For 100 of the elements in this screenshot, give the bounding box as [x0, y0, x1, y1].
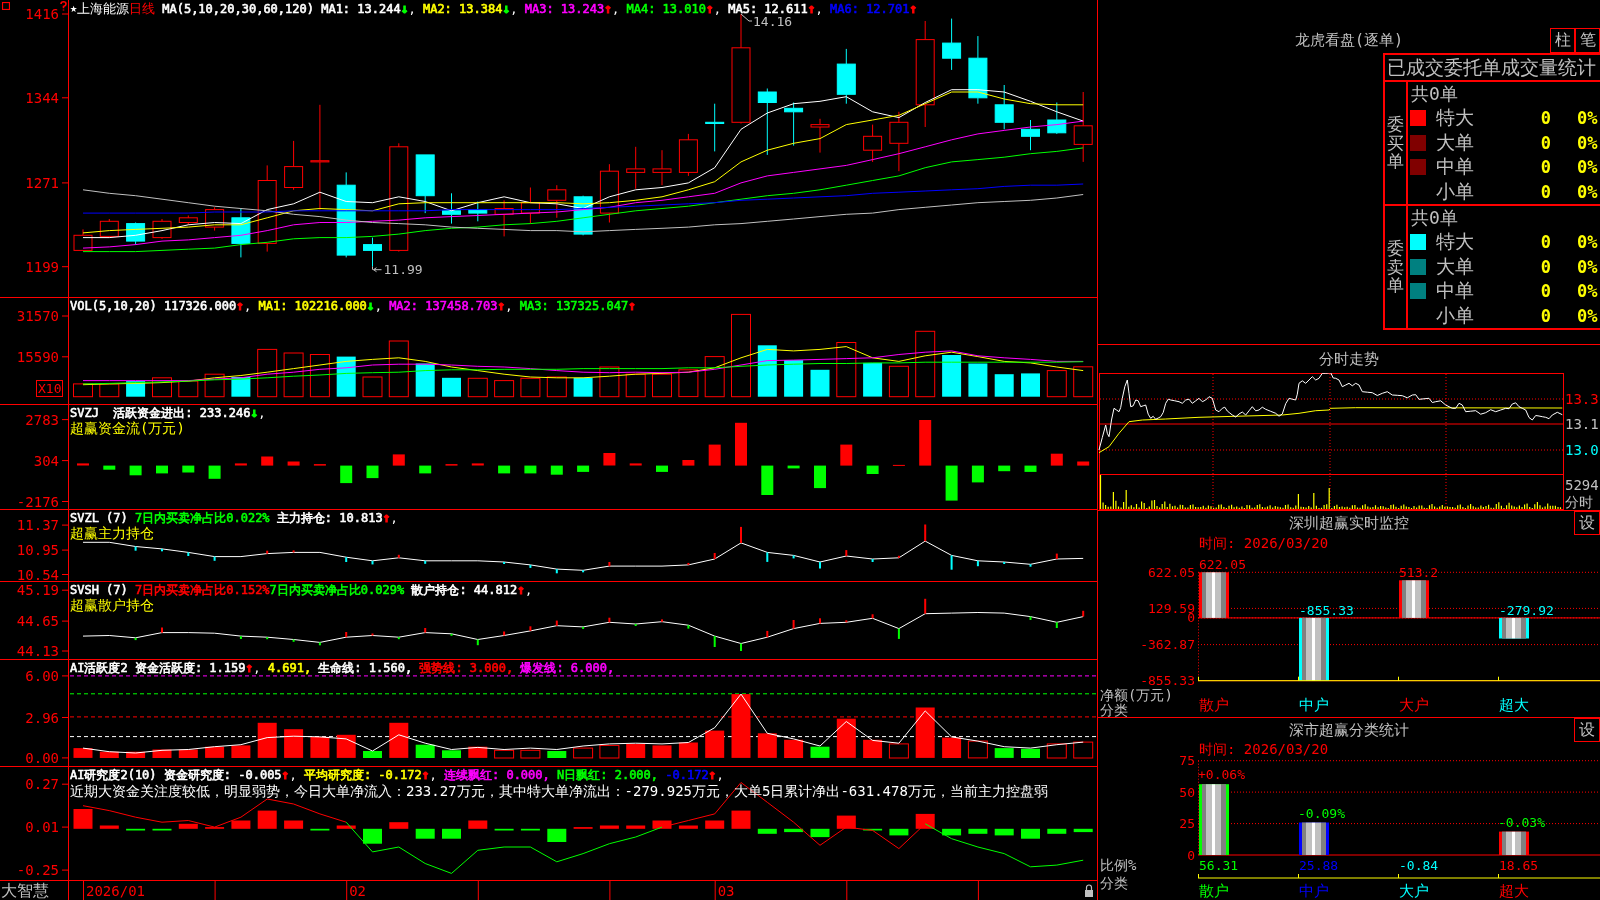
- axis-label: 31570: [16, 308, 59, 324]
- research-bar: [863, 828, 883, 831]
- indicator-name: 超赢主力持仓: [70, 525, 154, 541]
- research-bar: [363, 828, 382, 844]
- order-size-label: 中单: [1436, 278, 1475, 304]
- research-bar: [284, 820, 304, 829]
- change-mark: [345, 557, 348, 562]
- axis-label: 1344: [25, 89, 59, 106]
- axis-label: 15590: [16, 348, 59, 365]
- candlestick: [757, 88, 777, 156]
- fund-flow-bar: [340, 465, 353, 484]
- change-mark: [503, 631, 506, 636]
- change-mark: [134, 637, 137, 641]
- axis-label: 11.37: [16, 517, 59, 534]
- stock-name: 上海能源: [77, 1, 130, 16]
- annotation: 14.16: [753, 13, 793, 29]
- volume-scale-label: 5294: [1565, 477, 1599, 493]
- view-button[interactable]: 笔: [1575, 28, 1600, 53]
- change-mark: [318, 642, 321, 646]
- axis-title: 分类: [1100, 702, 1128, 718]
- price-annotation: 14.16: [740, 13, 793, 29]
- unit-label: 分时: [1565, 494, 1593, 510]
- research-bar: [889, 828, 909, 836]
- change-mark: [897, 555, 900, 558]
- axis-label: -362.87: [1140, 637, 1195, 653]
- axis-label: 6.00: [25, 667, 59, 684]
- settings-button[interactable]: 设: [1574, 511, 1600, 535]
- indicator-legend: SVSH (7) 7日内买卖净占比0.152%7日内买卖净占比0.029% 散户持仓: 44.812↑,: [70, 582, 533, 597]
- research-bar: [99, 825, 119, 829]
- research-bar: [810, 828, 830, 838]
- data-label: 25.88: [1299, 857, 1339, 873]
- fund-flow-bar: [1077, 461, 1090, 466]
- change-mark: [845, 550, 848, 557]
- research-bar: [494, 828, 514, 831]
- order-count: 0: [1539, 305, 1551, 326]
- change-mark: [740, 526, 742, 543]
- fund-flow-bar: [234, 463, 247, 466]
- research-bar: [705, 820, 725, 829]
- view-button[interactable]: 柱: [1550, 28, 1575, 53]
- research-bar: [968, 828, 988, 834]
- group-label: 委卖单: [1387, 238, 1404, 296]
- timestamp: 时间: 2026/03/20: [1199, 741, 1329, 759]
- candlestick: [442, 192, 461, 225]
- change-mark: [134, 546, 137, 551]
- candlestick: [1047, 102, 1067, 135]
- axis-label: 10.95: [16, 542, 59, 559]
- indicator-legend: SVZJ 活跃资金进出: 233.246↓,: [70, 405, 266, 420]
- change-mark: [266, 550, 269, 554]
- order-count: 0: [1539, 108, 1551, 129]
- candlestick: [889, 111, 909, 172]
- order-count: 0: [1539, 157, 1551, 178]
- change-mark: [161, 548, 163, 552]
- settings-button[interactable]: 设: [1574, 718, 1600, 742]
- order-size-label: 大单: [1436, 253, 1475, 279]
- fund-flow-bar: [840, 444, 853, 466]
- axis-label: 0.27: [25, 776, 59, 793]
- research-bar: [126, 828, 146, 831]
- data-label: -0.84: [1399, 857, 1439, 873]
- change-mark: [292, 639, 295, 642]
- candlestick: [784, 102, 804, 147]
- change-mark: [1055, 553, 1058, 559]
- table-heading: 已成交委托单成交量统计: [1387, 54, 1596, 80]
- order-size-label: 小单: [1436, 302, 1475, 328]
- fund-flow-bar: [208, 465, 221, 479]
- change-mark: [397, 637, 400, 640]
- fund-flow-bar: [182, 465, 195, 473]
- axis-label: 10.54: [16, 566, 59, 581]
- axis-label: -855.33: [1140, 673, 1195, 689]
- indicator-legend: SVZL (7) 7日内买卖净占比0.022% 主力持仓: 10.813↑,: [70, 510, 398, 525]
- panel-title: 龙虎看盘(逐单): [1294, 31, 1404, 50]
- change-label: +0.06%: [1198, 767, 1245, 783]
- fund-flow-bar: [1050, 453, 1063, 466]
- change-mark: [345, 632, 348, 638]
- order-size-label: 中单: [1436, 154, 1475, 180]
- fund-flow-bar: [419, 465, 432, 474]
- fund-flow-bar: [471, 463, 484, 466]
- axis-label: 44.13: [16, 643, 59, 659]
- fund-flow-bar: [524, 465, 537, 474]
- axis-label: 0: [1187, 847, 1195, 863]
- order-size-label: 特大: [1436, 229, 1475, 255]
- indicator-legend: VOL(5,10,20) 117326.000↑, MA1: 102216.000↓, MA2: 137458.703↑, MA3: 137325.047↑: [70, 298, 636, 313]
- change-mark: [1029, 564, 1032, 567]
- change-mark: [897, 628, 900, 639]
- fund-flow-bar: [603, 453, 616, 466]
- data-label: 622.05: [1199, 557, 1246, 573]
- fund-flow-bar: [682, 460, 695, 466]
- fund-flow-bar: [392, 454, 405, 466]
- change-mark: [503, 562, 506, 564]
- change-mark: [634, 624, 637, 626]
- candlestick: [863, 124, 883, 163]
- fund-flow-bar: [287, 461, 300, 466]
- order-share: 0%: [1577, 281, 1598, 302]
- research-bar: [626, 825, 646, 829]
- order-share: 0%: [1577, 256, 1598, 277]
- fund-flow-bar: [366, 465, 379, 479]
- candlestick: [178, 215, 198, 226]
- panel-title: 深市超赢分类统计: [1289, 720, 1409, 740]
- change-mark: [450, 633, 453, 636]
- research-bar: [784, 828, 804, 833]
- research-bar: [468, 820, 488, 829]
